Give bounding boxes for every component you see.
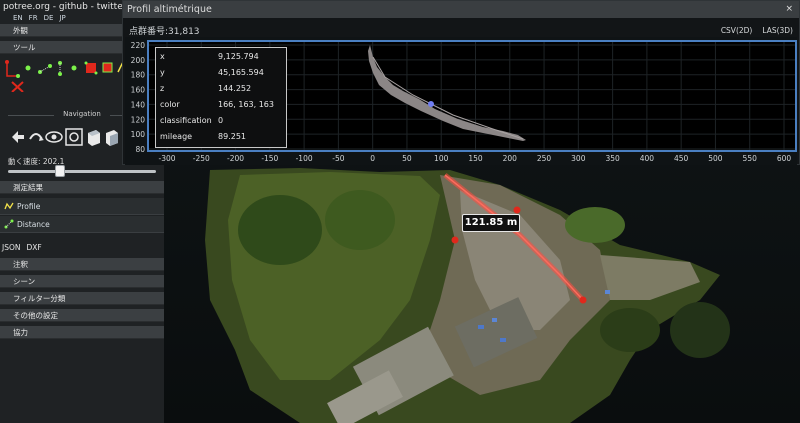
x-tick-label: -50 [332, 154, 344, 163]
csv-2d-button[interactable]: CSV(2D) [721, 26, 753, 35]
x-tick-label: 350 [605, 154, 620, 163]
selected-point-marker [428, 101, 434, 107]
x-tick-label: 550 [743, 154, 758, 163]
speed-slider-thumb[interactable] [54, 165, 65, 177]
y-tick-label: 220 [131, 41, 146, 50]
orbit-mode-icon[interactable] [29, 133, 44, 141]
angle-tool-icon[interactable] [5, 60, 20, 78]
info-key: y [160, 68, 165, 77]
y-tick-label: 80 [135, 145, 145, 154]
y-tick-label: 200 [131, 56, 146, 65]
profile-window-title[interactable]: Profil altimétrique [123, 1, 799, 18]
info-key: z [160, 84, 165, 93]
distance-tool-icon[interactable] [38, 64, 52, 74]
x-tick-label: 600 [777, 154, 792, 163]
circle-tool-icon[interactable] [71, 65, 77, 71]
section-scene[interactable]: シーン [0, 275, 164, 288]
distance-measure-label: 121.85 m [462, 214, 520, 232]
fly-mode-icon[interactable] [12, 131, 24, 143]
lang-jp[interactable]: JP [59, 14, 65, 22]
lang-en[interactable]: EN [13, 14, 23, 22]
area-tool-icon[interactable] [84, 61, 98, 75]
x-tick-label: -300 [158, 154, 175, 163]
x-tick-label: 300 [571, 154, 586, 163]
y-tick-label: 120 [131, 115, 146, 124]
brand-links[interactable]: potree.org - github - twitter [3, 2, 126, 12]
volume-tool-icon[interactable] [102, 62, 113, 73]
speed-slider-track[interactable] [8, 170, 156, 173]
x-tick-label: 250 [537, 154, 552, 163]
x-tick-label: 500 [708, 154, 723, 163]
section-other-settings[interactable]: その他の設定 [0, 309, 164, 322]
info-key: classification [160, 116, 212, 125]
elevation-profile-window: Profil altimétrique × 点群番号:31,813 CSV(2D… [122, 0, 800, 165]
export-json-button[interactable]: JSON [2, 243, 21, 252]
export-buttons: JSON DXF [2, 243, 42, 252]
x-tick-label: 400 [640, 154, 655, 163]
section-annotations[interactable]: 注釈 [0, 258, 164, 271]
close-icon[interactable]: × [785, 1, 793, 18]
info-key: mileage [160, 132, 193, 141]
point-info-panel: x 9,125.794 y 45,165.594 z 144.252 color 166… [155, 47, 287, 148]
info-value: 45,165.594 [218, 68, 264, 77]
info-value: 9,125.794 [218, 52, 259, 61]
info-value: 144.252 [218, 84, 252, 93]
point-count: 点群番号:31,813 [129, 27, 200, 37]
remove-all-icon[interactable] [11, 81, 24, 92]
y-tick-label: 160 [131, 86, 146, 95]
x-tick-label: 100 [434, 154, 449, 163]
section-filters[interactable]: フィルター分類 [0, 292, 164, 305]
profile-icon [4, 202, 14, 210]
x-tick-label: 200 [503, 154, 518, 163]
x-tick-label: -150 [261, 154, 278, 163]
lang-fr[interactable]: FR [29, 14, 38, 22]
view-left-icon[interactable] [88, 130, 100, 146]
section-about[interactable]: 協力 [0, 326, 164, 339]
x-tick-label: -250 [193, 154, 210, 163]
info-key: x [160, 52, 165, 61]
info-value: 166, 163, 163 [218, 100, 274, 109]
distance-icon [4, 219, 14, 229]
export-dxf-button[interactable]: DXF [27, 243, 42, 252]
y-tick-label: 140 [131, 100, 146, 109]
profile-export-buttons: CSV(2D) LAS(3D) [721, 26, 793, 35]
las-3d-button[interactable]: LAS(3D) [762, 26, 793, 35]
info-key: color [160, 100, 180, 109]
view-front-icon[interactable] [106, 130, 118, 146]
earth-mode-icon[interactable] [45, 131, 63, 143]
section-measurements[interactable]: 測定結果 [0, 181, 164, 194]
measurement-item-distance[interactable]: Distance [0, 216, 164, 233]
info-value: 0 [218, 116, 224, 125]
measurement-item-label: Distance [17, 220, 50, 229]
y-tick-label: 180 [131, 71, 146, 80]
measurement-item-profile[interactable]: Profile [0, 198, 164, 215]
x-tick-label: 450 [674, 154, 689, 163]
x-tick-label: 0 [370, 154, 375, 163]
lang-de[interactable]: DE [44, 14, 54, 22]
y-tick-label: 100 [131, 130, 146, 139]
x-tick-label: 50 [402, 154, 412, 163]
x-tick-label: -100 [296, 154, 313, 163]
x-tick-label: -200 [227, 154, 244, 163]
point-tool-icon[interactable] [25, 65, 31, 71]
x-tick-label: 150 [468, 154, 483, 163]
measurement-item-label: Profile [17, 202, 41, 211]
focus-icon[interactable] [65, 128, 83, 146]
height-tool-icon[interactable] [58, 61, 62, 76]
info-value: 89.251 [218, 132, 246, 141]
language-selector: EN FR DE JP [13, 14, 66, 22]
potree-viewer: 121.85 m potree.org - github - twitter E… [0, 0, 800, 423]
